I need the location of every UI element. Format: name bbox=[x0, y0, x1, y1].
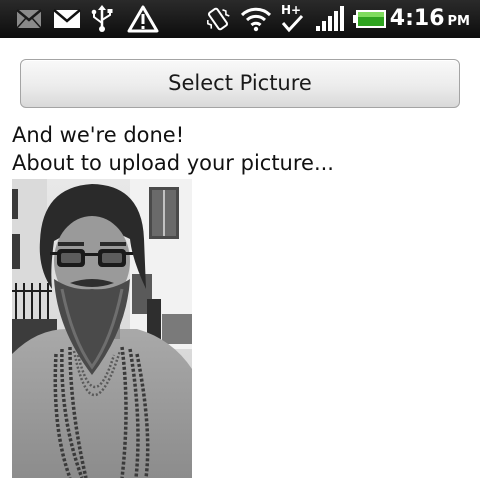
usb-icon bbox=[88, 4, 116, 34]
mail-icon bbox=[51, 4, 83, 34]
select-picture-button[interactable]: Select Picture bbox=[20, 59, 460, 108]
signal-icon bbox=[313, 4, 347, 34]
upload-status: And we're done! About to upload your pic… bbox=[12, 121, 334, 177]
warning-icon bbox=[125, 4, 161, 34]
battery-icon bbox=[352, 4, 388, 34]
h-plus-network-icon: H+ bbox=[279, 3, 307, 34]
status-line-uploading: About to upload your picture... bbox=[12, 151, 334, 175]
clock: 4:16 PM bbox=[390, 0, 470, 38]
vibrate-icon bbox=[203, 4, 233, 34]
clock-time: 4:16 bbox=[389, 6, 445, 31]
status-line-done: And we're done! bbox=[12, 123, 185, 147]
clock-ampm: PM bbox=[447, 14, 470, 29]
wifi-icon bbox=[239, 4, 273, 34]
status-bar: H+ 4:16 PM bbox=[0, 0, 480, 38]
svg-text:H+: H+ bbox=[281, 3, 301, 17]
picture-preview bbox=[12, 179, 192, 478]
gmail-icon bbox=[14, 4, 44, 34]
